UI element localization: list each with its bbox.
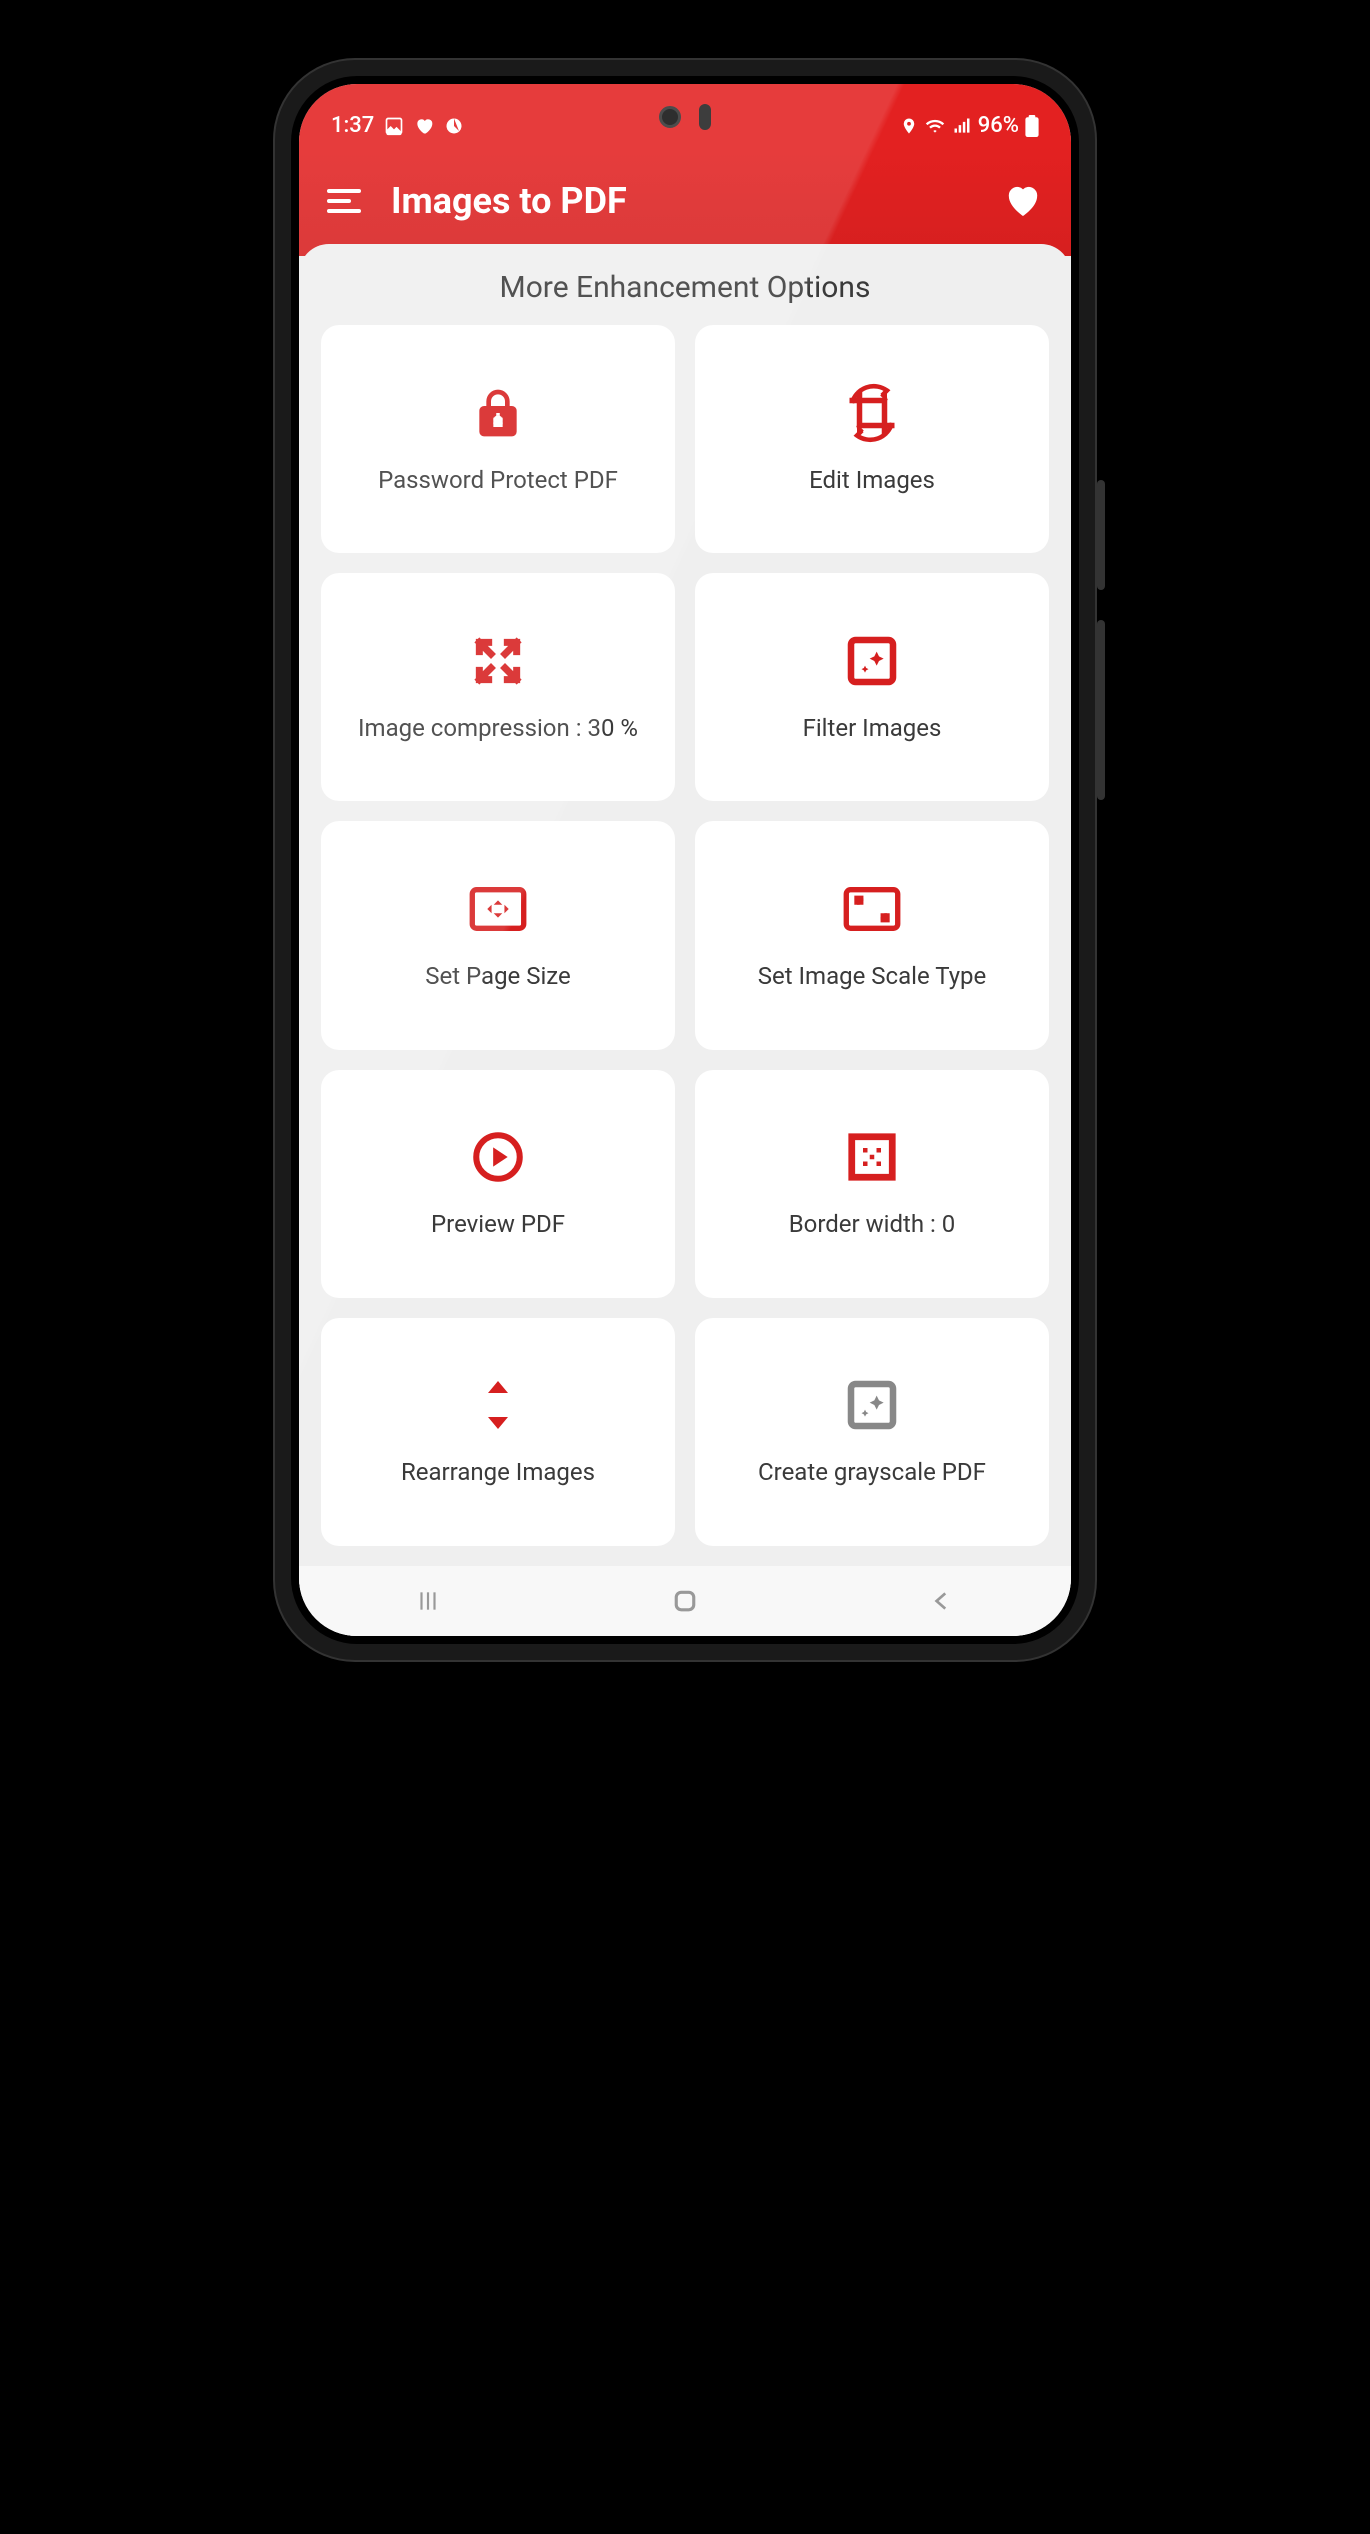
card-label: Image compression : 30 % xyxy=(358,713,638,744)
back-button[interactable] xyxy=(912,1588,972,1614)
card-label: Edit Images xyxy=(809,465,935,496)
wifi-icon xyxy=(924,116,946,136)
sparkle-frame-icon xyxy=(842,631,902,691)
grayscale-card[interactable]: Create grayscale PDF xyxy=(695,1318,1049,1546)
edit-images-card[interactable]: Edit Images xyxy=(695,325,1049,553)
crop-rotate-icon xyxy=(842,383,902,443)
lock-icon xyxy=(468,383,528,443)
android-nav-bar xyxy=(299,1566,1071,1636)
recents-button[interactable] xyxy=(398,1588,458,1614)
home-button[interactable] xyxy=(655,1586,715,1616)
battery-icon xyxy=(1025,115,1039,137)
scale-type-card[interactable]: Set Image Scale Type xyxy=(695,821,1049,1049)
options-grid: Password Protect PDF Edit Images Image c… xyxy=(299,325,1071,1566)
notch xyxy=(659,104,711,130)
scale-icon xyxy=(842,879,902,939)
content-area: More Enhancement Options Password Protec… xyxy=(299,244,1071,1636)
status-time: 1:37 xyxy=(331,113,374,138)
card-label: Set Page Size xyxy=(425,961,571,992)
card-label: Border width : 0 xyxy=(789,1209,956,1240)
volume-button xyxy=(1097,620,1105,800)
pie-icon xyxy=(444,116,464,136)
card-label: Create grayscale PDF xyxy=(758,1457,986,1488)
app-title: Images to PDF xyxy=(391,180,973,222)
location-icon xyxy=(900,116,918,136)
image-icon xyxy=(384,116,404,136)
page-size-icon xyxy=(468,879,528,939)
border-width-card[interactable]: Border width : 0 xyxy=(695,1070,1049,1298)
filter-images-card[interactable]: Filter Images xyxy=(695,573,1049,801)
rearrange-card[interactable]: Rearrange Images xyxy=(321,1318,675,1546)
phone-frame: 1:37 xyxy=(275,60,1095,1660)
border-icon xyxy=(842,1127,902,1187)
battery-text: 96% xyxy=(978,113,1019,138)
compress-icon xyxy=(468,631,528,691)
compression-card[interactable]: Image compression : 30 % xyxy=(321,573,675,801)
heart-status-icon xyxy=(414,116,434,136)
front-camera xyxy=(659,106,681,128)
sensor xyxy=(699,104,711,130)
play-circle-icon xyxy=(468,1127,528,1187)
favorite-button[interactable] xyxy=(1003,181,1043,221)
grayscale-icon xyxy=(842,1375,902,1435)
card-label: Set Image Scale Type xyxy=(758,961,987,992)
card-label: Preview PDF xyxy=(431,1209,565,1240)
menu-button[interactable] xyxy=(327,189,361,213)
card-label: Filter Images xyxy=(803,713,942,744)
signal-icon xyxy=(952,116,972,136)
preview-pdf-card[interactable]: Preview PDF xyxy=(321,1070,675,1298)
app-bar: Images to PDF xyxy=(299,146,1071,256)
page-size-card[interactable]: Set Page Size xyxy=(321,821,675,1049)
power-button xyxy=(1097,480,1105,590)
card-label: Rearrange Images xyxy=(401,1457,595,1488)
section-title: More Enhancement Options xyxy=(299,244,1071,325)
card-label: Password Protect PDF xyxy=(378,465,618,496)
password-protect-card[interactable]: Password Protect PDF xyxy=(321,325,675,553)
reorder-icon xyxy=(468,1375,528,1435)
